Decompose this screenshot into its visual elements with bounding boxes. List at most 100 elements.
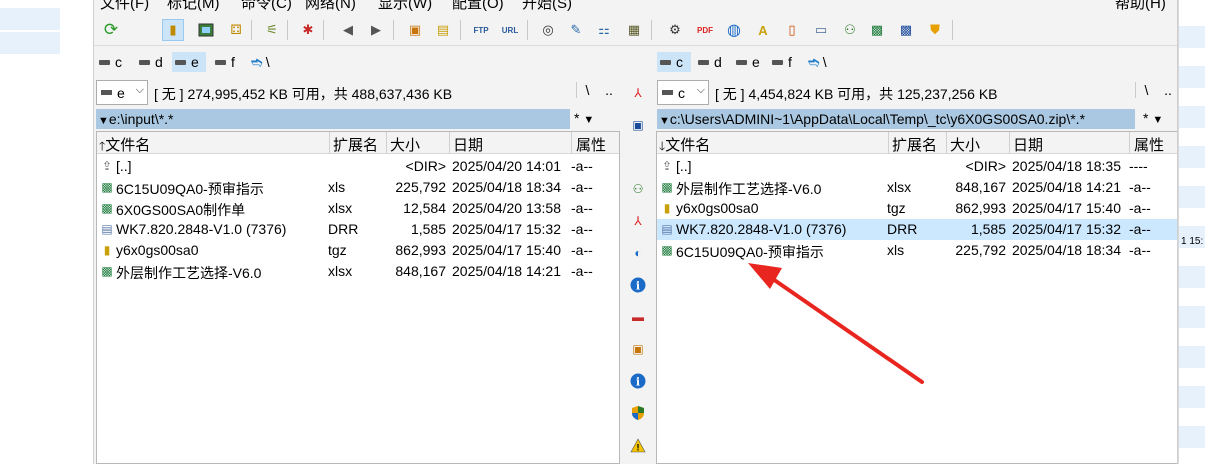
excel-icon[interactable]: ▩ bbox=[866, 19, 888, 41]
rename-icon[interactable]: ✎ bbox=[565, 19, 587, 41]
left-root-button[interactable]: \ bbox=[576, 82, 598, 98]
globe-icon[interactable]: ◍ bbox=[723, 19, 745, 41]
left-drive-network[interactable]: ➬ \ bbox=[248, 52, 273, 72]
left-path-bar[interactable]: ▼e:\input\*.* bbox=[96, 109, 570, 129]
file-row[interactable]: ⇪ [..] <DIR> 2025/04/20 14:01 -a-- bbox=[97, 156, 619, 177]
left-drive-f[interactable]: f bbox=[212, 52, 238, 72]
column-date[interactable]: 日期 bbox=[453, 134, 483, 155]
menu-show[interactable]: 显示(W) bbox=[378, 0, 432, 13]
file-date: 2025/04/17 15:32 bbox=[1012, 221, 1121, 237]
file-row[interactable]: ▩ 外层制作工艺选择-V6.0 xlsx 848,167 2025/04/18 … bbox=[657, 177, 1177, 198]
right-disk-space: [ 无 ] 4,454,824 KB 可用，共 125,237,256 KB bbox=[715, 86, 998, 102]
file-attr: ---- bbox=[1129, 158, 1148, 174]
view-toggle-icon[interactable]: ▮ bbox=[162, 19, 184, 41]
file-row[interactable]: ▮ y6x0gs00sa0 tgz 862,993 2025/04/17 15:… bbox=[657, 198, 1177, 219]
file-row-selected[interactable]: ▤ WK7.820.2848-V1.0 (7376) DRR 1,585 202… bbox=[657, 219, 1177, 240]
left-filter[interactable]: * ▼ bbox=[574, 110, 619, 126]
column-size[interactable]: 大小 bbox=[390, 134, 420, 155]
doc-icon[interactable]: ▯ bbox=[781, 19, 803, 41]
right-drive-e[interactable]: e bbox=[733, 52, 763, 72]
column-date[interactable]: 日期 bbox=[1013, 134, 1043, 155]
left-up-button[interactable]: .. bbox=[598, 82, 620, 98]
file-row[interactable]: ▩ 6C15U09QA0-预审指示 xls 225,792 2025/04/18… bbox=[657, 240, 1177, 261]
menu-configuration[interactable]: 配置(O) bbox=[452, 0, 504, 13]
column-ext[interactable]: 扩展名 bbox=[333, 134, 378, 155]
shield-icon[interactable]: ⛊ bbox=[924, 19, 946, 41]
menu-help[interactable]: 帮助(H) bbox=[1115, 0, 1166, 13]
refresh-icon[interactable]: ⟳ bbox=[100, 19, 122, 41]
left-drive-e[interactable]: e bbox=[172, 52, 206, 72]
left-drive-c[interactable]: c bbox=[96, 52, 125, 72]
background-row bbox=[1179, 346, 1205, 368]
right-root-button[interactable]: \ bbox=[1135, 82, 1157, 98]
tree-icon[interactable]: ⚃ bbox=[225, 19, 247, 41]
file-ext: xls bbox=[887, 242, 905, 258]
shield-icon[interactable] bbox=[629, 404, 647, 422]
history-dropdown-icon: ▼ bbox=[98, 115, 109, 127]
info-icon[interactable]: i bbox=[629, 276, 647, 294]
find-icon[interactable]: ◎ bbox=[537, 19, 559, 41]
right-path-bar[interactable]: ▼c:\Users\ADMINI~1\AppData\Local\Temp\_t… bbox=[657, 109, 1135, 129]
file-row[interactable]: ⇪ [..] <DIR> 2025/04/18 18:35 ---- bbox=[657, 156, 1177, 177]
url-icon[interactable]: URL bbox=[499, 19, 521, 41]
invert-selection-icon[interactable]: ✱ bbox=[297, 19, 319, 41]
file-name: 6C15U09QA0-预审指示 bbox=[676, 244, 824, 260]
pdf-icon[interactable]: ⅄ bbox=[629, 212, 647, 230]
settings-icon[interactable]: ⚙ bbox=[664, 19, 686, 41]
ftp-icon[interactable]: FTP bbox=[470, 19, 492, 41]
forward-icon[interactable]: ▶ bbox=[365, 19, 387, 41]
left-drive-combo[interactable]: e ⌵ bbox=[96, 80, 148, 105]
column-attr[interactable]: 属性 bbox=[1134, 134, 1164, 155]
unpack-icon[interactable]: ▤ bbox=[432, 19, 454, 41]
column-ext[interactable]: 扩展名 bbox=[892, 134, 937, 155]
menu-file[interactable]: 文件(F) bbox=[100, 0, 149, 13]
drive-icon bbox=[660, 59, 671, 65]
file-row[interactable]: ▩ 6X0GS00SA0制作单 xlsx 12,584 2025/04/20 1… bbox=[97, 198, 619, 219]
right-drive-network[interactable]: ➬ \ bbox=[805, 52, 830, 72]
info-icon[interactable]: i bbox=[629, 372, 647, 390]
word-icon[interactable]: ▩ bbox=[895, 19, 917, 41]
right-drive-c[interactable]: c bbox=[657, 52, 691, 72]
right-drive-f[interactable]: f bbox=[769, 52, 795, 72]
column-size[interactable]: 大小 bbox=[950, 134, 980, 155]
background-row bbox=[1179, 426, 1205, 448]
edit-icon[interactable]: ▦ bbox=[623, 19, 645, 41]
menu-mark[interactable]: 标记(M) bbox=[167, 0, 220, 13]
right-drive-combo[interactable]: c ⌵ bbox=[657, 80, 709, 105]
font-icon[interactable]: A bbox=[752, 19, 774, 41]
excel-file-icon: ▩ bbox=[661, 180, 673, 194]
column-name[interactable]: 🡓文件名 bbox=[659, 134, 710, 158]
image-icon[interactable]: ▣ bbox=[629, 340, 647, 358]
search-icon[interactable]: ◐ bbox=[629, 244, 647, 262]
right-up-button[interactable]: .. bbox=[1157, 82, 1177, 98]
right-drive-d[interactable]: d bbox=[695, 52, 725, 72]
file-row[interactable]: ▤ WK7.820.2848-V1.0 (7376) DRR 1,585 202… bbox=[97, 219, 619, 240]
pdf-icon[interactable]: ⅄ bbox=[629, 84, 647, 102]
warning-icon[interactable]: ! bbox=[629, 436, 647, 454]
left-drive-d[interactable]: d bbox=[136, 52, 166, 72]
right-filter[interactable]: * ▼ bbox=[1143, 110, 1177, 126]
menu-start[interactable]: 开始(S) bbox=[522, 0, 572, 13]
left-file-panel[interactable]: 🡑文件名 扩展名 大小 日期 属性 ⇪ [..] <DIR> 2025/04/2… bbox=[96, 131, 620, 464]
compare-icon[interactable]: ⚟ bbox=[261, 19, 283, 41]
column-name[interactable]: 🡑文件名 bbox=[99, 134, 150, 158]
file-size: 12,584 bbox=[403, 200, 446, 216]
screen-icon[interactable]: ▣ bbox=[629, 116, 647, 134]
file-ext: DRR bbox=[328, 221, 359, 237]
network-icon[interactable]: ⚇ bbox=[629, 180, 647, 198]
print-icon[interactable]: ▭ bbox=[810, 19, 832, 41]
sync-icon[interactable]: ⚏ bbox=[593, 19, 615, 41]
right-file-panel[interactable]: 🡓文件名 扩展名 大小 日期 属性 ⇪ [..] <DIR> 2025/04/1… bbox=[656, 131, 1177, 464]
file-row[interactable]: ▩ 外层制作工艺选择-V6.0 xlsx 848,167 2025/04/18 … bbox=[97, 261, 619, 282]
pack-icon[interactable]: ▣ bbox=[404, 19, 426, 41]
menu-net[interactable]: 网络(N) bbox=[305, 0, 356, 13]
delete-icon[interactable]: ▬ bbox=[629, 308, 647, 326]
menu-commands[interactable]: 命令(C) bbox=[241, 0, 292, 13]
file-row[interactable]: ▩ 6C15U09QA0-预审指示 xls 225,792 2025/04/18… bbox=[97, 177, 619, 198]
back-icon[interactable]: ◀ bbox=[337, 19, 359, 41]
column-attr[interactable]: 属性 bbox=[576, 134, 606, 155]
file-row[interactable]: ▮ y6x0gs00sa0 tgz 862,993 2025/04/17 15:… bbox=[97, 240, 619, 261]
thumbnail-icon[interactable] bbox=[195, 19, 217, 41]
pdf-icon[interactable]: PDF bbox=[694, 19, 716, 41]
network-icon[interactable]: ⚇ bbox=[839, 19, 861, 41]
